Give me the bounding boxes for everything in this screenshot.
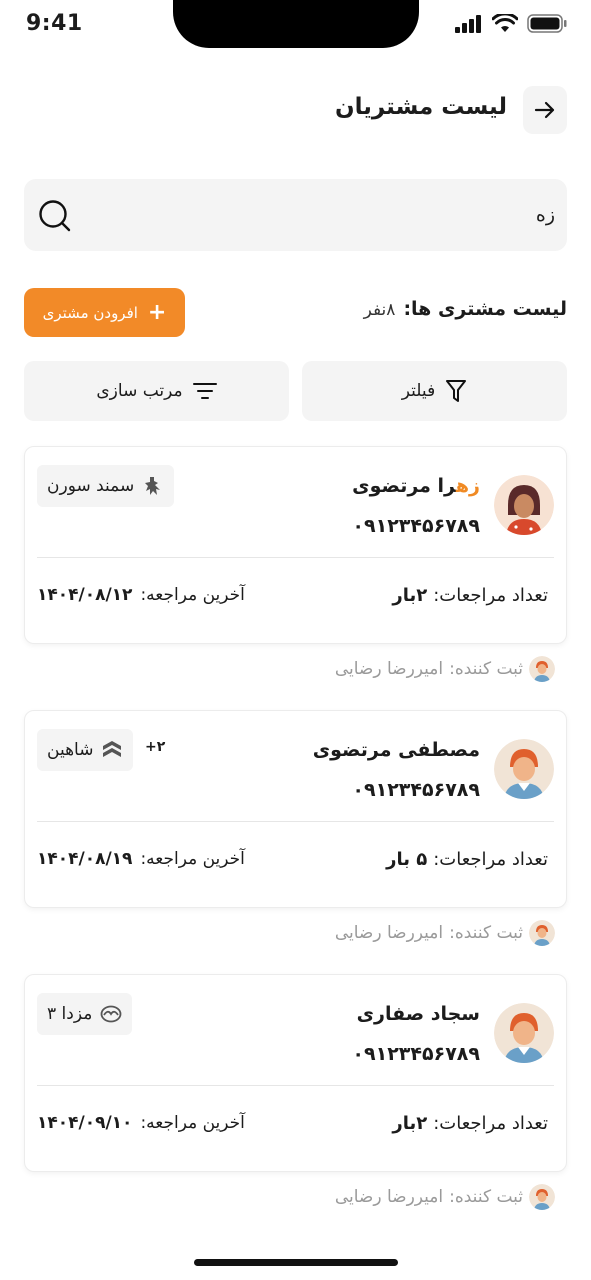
battery-icon [527, 14, 567, 33]
creator-row: ثبت کننده: امیررضا رضایی [335, 920, 555, 946]
filter-button[interactable]: فیلتر [302, 361, 567, 421]
customer-avatar [494, 739, 554, 799]
car-tag: شاهین [37, 729, 134, 771]
search-box [24, 179, 567, 251]
creator-label: ثبت کننده: [449, 1187, 523, 1207]
customer-count: لیست مشتری ها: ۸نفر [364, 298, 567, 320]
peugeot-logo-icon [145, 477, 161, 495]
cellular-signal-icon [455, 14, 481, 33]
status-icons [455, 14, 567, 33]
customer-card[interactable]: زهرا مرتضوی ۰۹۱۲۳۴۵۶۷۸۹ سمند سورن تعداد … [24, 446, 567, 644]
notch [173, 0, 419, 48]
car-tag: مزدا ۳ [37, 993, 133, 1035]
creator-avatar [529, 1184, 555, 1210]
visit-count: تعداد مراجعات:۲بار [392, 1113, 548, 1134]
customer-name: مصطفی مرتضوی [313, 739, 480, 761]
visit-count-label: تعداد مراجعات: [433, 849, 548, 870]
divider [37, 557, 554, 558]
divider [37, 821, 554, 822]
last-visit-label: آخرین مراجعه: [140, 849, 245, 869]
creator-label: ثبت کننده: [449, 659, 523, 679]
sort-icon [192, 383, 217, 399]
customer-name: سجاد صفاری [357, 1003, 480, 1025]
customer-avatar [494, 1003, 554, 1063]
creator-label: ثبت کننده: [449, 923, 523, 943]
last-visit-value: ۱۴۰۴/۰۸/۱۹ [37, 849, 133, 869]
last-visit-value: ۱۴۰۴/۰۸/۱۲ [37, 585, 133, 605]
last-visit: آخرین مراجعه: ۱۴۰۴/۰۸/۱۹ [37, 849, 245, 869]
status-time: 9:41 [26, 11, 83, 36]
mazda-logo-icon [100, 1005, 122, 1023]
visit-count-value: ۲بار [392, 585, 428, 606]
add-customer-label: افرودن مشتری [42, 303, 138, 322]
visit-count-value: ۲بار [392, 1113, 428, 1134]
car-name: سمند سورن [47, 476, 135, 496]
creator-avatar [529, 656, 555, 682]
extra-cars-badge[interactable]: +۲ [145, 739, 165, 755]
filter-label: فیلتر [401, 381, 436, 401]
wifi-icon [492, 14, 518, 32]
creator-name: امیررضا رضایی [334, 1187, 444, 1207]
creator-row: ثبت کننده: امیررضا رضایی [335, 656, 555, 682]
search-input[interactable] [135, 179, 555, 251]
sort-button[interactable]: مرتب سازی [24, 361, 289, 421]
customer-phone: ۰۹۱۲۳۴۵۶۷۸۹ [352, 779, 480, 801]
header: لیست مشتریان [24, 86, 567, 134]
last-visit: آخرین مراجعه: ۱۴۰۴/۰۸/۱۲ [37, 585, 245, 605]
car-tag: سمند سورن [37, 465, 175, 507]
creator-row: ثبت کننده: امیررضا رضایی [335, 1184, 555, 1210]
back-button[interactable] [523, 86, 567, 134]
creator-name: امیررضا رضایی [334, 923, 444, 943]
visit-count-label: تعداد مراجعات: [433, 585, 548, 606]
arrow-right-icon [534, 101, 555, 119]
customer-phone: ۰۹۱۲۳۴۵۶۷۸۹ [352, 515, 480, 537]
visit-count: تعداد مراجعات:۵ بار [386, 849, 548, 870]
last-visit: آخرین مراجعه: ۱۴۰۴/۰۹/۱۰ [37, 1113, 245, 1133]
home-indicator[interactable] [194, 1259, 398, 1266]
customer-phone: ۰۹۱۲۳۴۵۶۷۸۹ [352, 1043, 480, 1065]
customer-name-highlight: زه [455, 475, 480, 497]
visit-count-label: تعداد مراجعات: [433, 1113, 548, 1134]
search-icon[interactable] [38, 199, 72, 233]
customer-name-rest: سجاد صفاری [356, 1003, 480, 1025]
divider [37, 1085, 554, 1086]
filter-icon [446, 380, 467, 402]
creator-avatar [529, 920, 555, 946]
last-visit-value: ۱۴۰۴/۰۹/۱۰ [37, 1113, 133, 1133]
saipa-logo-icon [103, 741, 122, 757]
plus-icon: + [147, 299, 167, 325]
customer-card[interactable]: سجاد صفاری ۰۹۱۲۳۴۵۶۷۸۹ مزدا ۳ تعداد مراج… [24, 974, 567, 1172]
creator-name: امیررضا رضایی [334, 659, 444, 679]
page-title: لیست مشتریان [334, 94, 507, 120]
visit-count-value: ۵ بار [386, 849, 428, 870]
car-name: مزدا ۳ [47, 1004, 93, 1024]
customer-card[interactable]: مصطفی مرتضوی ۰۹۱۲۳۴۵۶۷۸۹ شاهین +۲ تعداد … [24, 710, 567, 908]
customer-count-value: ۸نفر [363, 300, 396, 320]
add-customer-button[interactable]: + افرودن مشتری [24, 288, 185, 337]
customer-name-rest: را مرتضوی [352, 475, 456, 497]
last-visit-label: آخرین مراجعه: [140, 585, 245, 605]
visit-count: تعداد مراجعات:۲بار [392, 585, 548, 606]
customer-count-label: لیست مشتری ها: [403, 298, 567, 320]
status-bar: 9:41 [0, 0, 591, 50]
customer-name: زهرا مرتضوی [352, 475, 480, 497]
sort-label: مرتب سازی [96, 381, 183, 401]
customer-name-rest: مصطفی مرتضوی [312, 739, 480, 761]
customer-avatar [494, 475, 554, 535]
car-name: شاهین [47, 740, 94, 760]
last-visit-label: آخرین مراجعه: [140, 1113, 245, 1133]
